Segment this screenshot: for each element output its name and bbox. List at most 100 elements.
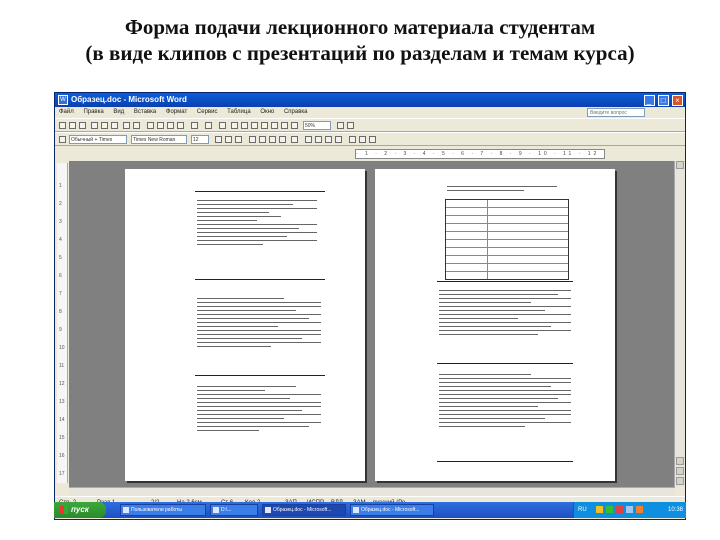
tray-icon[interactable]: [616, 506, 623, 513]
insert-excel-icon[interactable]: [251, 122, 258, 129]
tray-icon[interactable]: [596, 506, 603, 513]
font-size-select[interactable]: 12: [191, 135, 209, 144]
drawing-icon[interactable]: [271, 122, 278, 129]
permission-icon[interactable]: [91, 122, 98, 129]
vruler-mark: 15: [59, 435, 65, 441]
vertical-ruler[interactable]: 1 2 3 4 5 6 7 8 9 10 11 12 13 14 15 16 1…: [57, 163, 68, 483]
next-page-icon[interactable]: [676, 477, 684, 485]
tray-icon[interactable]: [626, 506, 633, 513]
format-painter-icon[interactable]: [177, 122, 184, 129]
paste-icon[interactable]: [167, 122, 174, 129]
menu-file[interactable]: Файл: [59, 109, 74, 115]
print-preview-icon[interactable]: [111, 122, 118, 129]
word-icon: [353, 507, 359, 513]
vruler-mark: 4: [59, 237, 62, 243]
tables-borders-icon[interactable]: [231, 122, 238, 129]
taskbar-item[interactable]: Пользователи работы: [120, 504, 206, 516]
help-icon[interactable]: [337, 122, 344, 129]
zoom-select[interactable]: 50%: [303, 121, 331, 130]
menu-edit[interactable]: Правка: [83, 109, 103, 115]
show-hide-icon[interactable]: [291, 122, 298, 129]
horizontal-rule: [437, 363, 573, 364]
bullets-icon[interactable]: [315, 136, 322, 143]
insert-table-icon[interactable]: [241, 122, 248, 129]
vertical-scrollbar[interactable]: [674, 161, 685, 487]
minimize-button[interactable]: _: [643, 95, 655, 106]
window-title: Образец.doc - Microsoft Word: [71, 95, 187, 104]
vruler-mark: 11: [59, 363, 65, 369]
menu-tools[interactable]: Сервис: [197, 109, 218, 115]
word-icon: [265, 507, 271, 513]
columns-icon[interactable]: [261, 122, 268, 129]
bold-icon[interactable]: [215, 136, 222, 143]
taskbar: пуск Пользователи работы D:\... Образец.…: [54, 502, 686, 518]
horizontal-rule: [437, 281, 573, 282]
borders-icon[interactable]: [349, 136, 356, 143]
vruler-mark: 10: [59, 345, 65, 351]
save-icon[interactable]: [79, 122, 86, 129]
increase-indent-icon[interactable]: [335, 136, 342, 143]
align-left-icon[interactable]: [249, 136, 256, 143]
research-icon[interactable]: [133, 122, 140, 129]
vruler-mark: 14: [59, 417, 65, 423]
hyperlink-icon[interactable]: [219, 122, 226, 129]
menu-table[interactable]: Таблица: [227, 109, 251, 115]
document-page-2[interactable]: [375, 169, 615, 481]
maximize-button[interactable]: □: [657, 95, 669, 106]
document-map-icon[interactable]: [281, 122, 288, 129]
font-color-icon[interactable]: [369, 136, 376, 143]
title-bar[interactable]: W Образец.doc - Microsoft Word _ □ ×: [55, 93, 685, 107]
taskbar-item[interactable]: Образец.doc - Microsoft...: [350, 504, 434, 516]
previous-page-icon[interactable]: [676, 457, 684, 465]
browse-object-icon[interactable]: [676, 467, 684, 475]
vruler-mark: 7: [59, 291, 62, 297]
taskbar-item-active[interactable]: Образец.doc - Microsoft...: [262, 504, 346, 516]
tray-icon[interactable]: [606, 506, 613, 513]
menu-format[interactable]: Формат: [166, 109, 187, 115]
vruler-mark: 3: [59, 219, 62, 225]
align-center-icon[interactable]: [259, 136, 266, 143]
tray-icon[interactable]: [636, 506, 643, 513]
horizontal-ruler[interactable]: · 1 · 2 · 3 · 4 · 5 · 6 · 7 · 8 · 9 · 10…: [355, 149, 605, 159]
menu-view[interactable]: Вид: [113, 109, 124, 115]
print-icon[interactable]: [101, 122, 108, 129]
undo-icon[interactable]: [191, 122, 198, 129]
align-right-icon[interactable]: [269, 136, 276, 143]
help-search-input[interactable]: Введите вопрос: [587, 108, 645, 117]
numbering-icon[interactable]: [305, 136, 312, 143]
redo-icon[interactable]: [205, 122, 212, 129]
cut-icon[interactable]: [147, 122, 154, 129]
slide-title: Форма подачи лекционного материала студе…: [0, 14, 720, 66]
new-document-icon[interactable]: [59, 122, 66, 129]
decrease-indent-icon[interactable]: [325, 136, 332, 143]
vruler-mark: 1: [59, 183, 62, 189]
text-block: [197, 197, 317, 248]
start-button[interactable]: пуск: [54, 502, 106, 518]
taskbar-item-label: Образец.doc - Microsoft...: [273, 507, 332, 513]
scroll-up-icon[interactable]: [676, 161, 684, 169]
justify-icon[interactable]: [279, 136, 286, 143]
document-page-1[interactable]: [125, 169, 365, 481]
taskbar-item-label: D:\...: [221, 507, 232, 513]
document-workspace: [69, 161, 675, 487]
font-select[interactable]: Times New Roman: [131, 135, 187, 144]
close-button[interactable]: ×: [672, 95, 683, 106]
menu-insert[interactable]: Вставка: [134, 109, 156, 115]
line-spacing-icon[interactable]: [291, 136, 298, 143]
spelling-icon[interactable]: [123, 122, 130, 129]
text-block: [197, 295, 321, 350]
open-icon[interactable]: [69, 122, 76, 129]
vruler-mark: 2: [59, 201, 62, 207]
styles-pane-icon[interactable]: [59, 136, 66, 143]
copy-icon[interactable]: [157, 122, 164, 129]
language-indicator[interactable]: RU: [578, 502, 587, 518]
vruler-mark: 6: [59, 273, 62, 279]
italic-icon[interactable]: [225, 136, 232, 143]
menu-help[interactable]: Справка: [284, 109, 308, 115]
menu-window[interactable]: Окно: [260, 109, 274, 115]
underline-icon[interactable]: [235, 136, 242, 143]
read-icon[interactable]: [347, 122, 354, 129]
style-select[interactable]: Обычный + Times: [69, 135, 127, 144]
highlight-icon[interactable]: [359, 136, 366, 143]
taskbar-item[interactable]: D:\...: [210, 504, 258, 516]
